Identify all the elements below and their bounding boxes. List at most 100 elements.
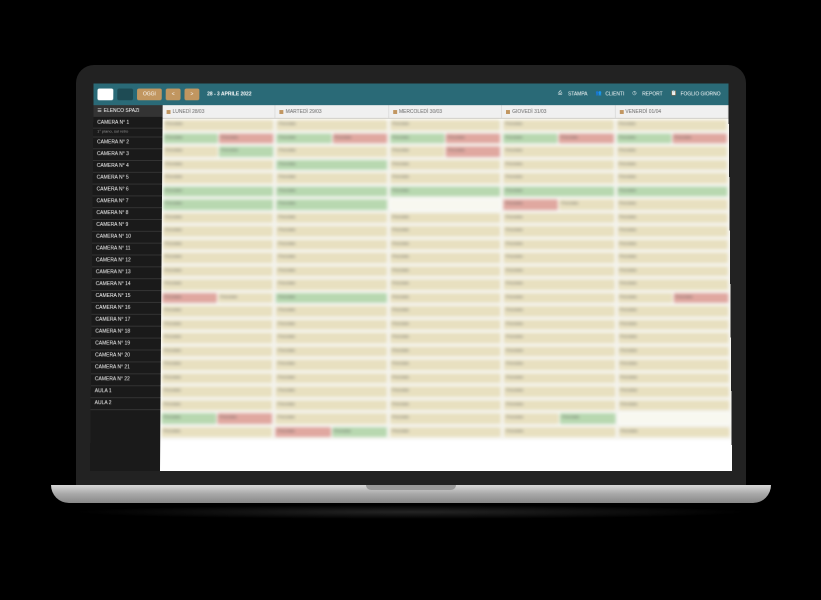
booking-cell[interactable]: PrenotatoPrenotato [161,292,275,304]
booking-block[interactable]: Prenotato [161,346,272,356]
booking-cell[interactable]: Prenotato [388,212,502,224]
next-button[interactable]: > [184,89,199,101]
booking-cell[interactable]: Prenotato [502,318,616,330]
booking-cell[interactable]: PrenotatoPrenotato [503,412,617,424]
booking-block[interactable] [389,199,500,209]
day-column-header[interactable]: VENERDÌ 01/04 [615,105,728,118]
booking-cell[interactable]: Prenotato [502,385,616,397]
booking-block[interactable]: Prenotato [163,173,274,183]
booking-block[interactable]: Prenotato [503,133,558,143]
booking-cell[interactable]: Prenotato [617,399,731,411]
booking-cell[interactable]: Prenotato [502,212,616,224]
booking-cell[interactable]: Prenotato [274,372,388,384]
booking-block[interactable]: Prenotato [162,226,273,236]
booking-cell[interactable]: Prenotato [388,426,502,438]
booking-block[interactable]: Prenotato [503,186,614,196]
day-column-header[interactable]: GIOVEDÌ 31/03 [502,105,615,118]
booking-cell[interactable]: Prenotato [502,358,616,370]
booking-block[interactable]: Prenotato [618,427,729,437]
booking-cell[interactable]: Prenotato [274,318,388,330]
booking-block[interactable]: Prenotato [389,239,500,249]
booking-cell[interactable]: PrenotatoPrenotato [275,132,388,144]
booking-block[interactable]: Prenotato [161,373,272,383]
booking-block[interactable]: Prenotato [331,427,386,437]
booking-cell[interactable]: Prenotato [616,318,730,330]
sidebar-item[interactable]: CAMERA N° 11 [92,243,162,255]
booking-cell[interactable]: Prenotato [388,318,502,330]
booking-block[interactable]: Prenotato [389,173,499,183]
booking-block[interactable]: Prenotato [389,226,500,236]
sidebar-item[interactable]: CAMERA N° 7 [92,196,162,208]
booking-block[interactable]: Prenotato [503,319,614,329]
booking-block[interactable]: Prenotato [618,400,729,410]
sidebar-item[interactable]: CAMERA N° 20 [91,350,161,362]
booking-block[interactable]: Prenotato [217,413,272,423]
booking-cell[interactable]: Prenotato [616,358,730,370]
booking-cell[interactable]: Prenotato [388,225,502,237]
booking-cell[interactable]: Prenotato [161,198,275,210]
booking-block[interactable]: Prenotato [503,359,614,369]
booking-block[interactable]: Prenotato [389,413,500,423]
booking-cell[interactable]: Prenotato [275,265,389,277]
booking-cell[interactable]: Prenotato [616,238,730,250]
booking-cell[interactable]: Prenotato [502,238,616,250]
booking-cell[interactable]: Prenotato [275,278,389,290]
booking-block[interactable]: Prenotato [617,213,728,223]
booking-block[interactable]: Prenotato [445,146,500,156]
sidebar-item[interactable]: CAMERA N° 15 [91,291,161,303]
booking-block[interactable]: Prenotato [503,346,614,356]
sidebar-item[interactable]: CAMERA N° 6 [92,184,162,196]
booking-block[interactable]: Prenotato [162,306,273,316]
booking-cell[interactable]: PrenotatoPrenotato [502,198,616,210]
booking-cell[interactable]: PrenotatoPrenotato [615,132,728,144]
sidebar-item[interactable]: AULA 1 [90,386,160,398]
booking-cell[interactable]: Prenotato [160,358,274,370]
booking-cell[interactable]: Prenotato [502,265,616,277]
sidebar-item[interactable]: CAMERA N° 10 [92,231,162,243]
booking-block[interactable]: Prenotato [389,160,499,170]
booking-block[interactable]: Prenotato [503,199,558,209]
booking-cell[interactable]: Prenotato [388,278,502,290]
booking-block[interactable]: Prenotato [276,279,387,289]
booking-cell[interactable]: PrenotatoPrenotato [616,292,730,304]
booking-cell[interactable]: Prenotato [616,265,730,277]
clipboard-button[interactable]: 📋FOGLIO GIORNO [666,90,724,98]
booking-block[interactable]: Prenotato [616,133,671,143]
booking-block[interactable]: Prenotato [275,319,386,329]
booking-block[interactable]: Prenotato [163,120,273,130]
booking-cell[interactable]: Prenotato [616,332,730,344]
booking-block[interactable]: Prenotato [503,253,614,263]
booking-cell[interactable]: Prenotato [388,358,502,370]
booking-cell[interactable]: Prenotato [161,318,275,330]
sidebar-item[interactable]: CAMERA N° 13 [91,267,161,279]
booking-cell[interactable]: Prenotato [161,185,275,197]
booking-block[interactable]: Prenotato [617,306,728,316]
booking-block[interactable]: Prenotato [672,133,727,143]
booking-cell[interactable]: PrenotatoPrenotato [162,145,275,157]
clock-button[interactable]: ◷REPORT [628,90,666,98]
booking-block[interactable]: Prenotato [162,213,273,223]
booking-block[interactable]: Prenotato [616,199,727,209]
sidebar-item[interactable]: CAMERA N° 18 [91,326,161,338]
booking-cell[interactable]: Prenotato [161,278,275,290]
booking-cell[interactable]: PrenotatoPrenotato [389,145,502,157]
booking-block[interactable]: Prenotato [558,133,613,143]
sidebar-item[interactable]: CAMERA N° 1 [93,117,162,129]
sidebar-item[interactable]: CAMERA N° 19 [91,338,161,350]
booking-block[interactable]: Prenotato [275,386,386,396]
today-button[interactable]: OGGI [136,89,161,101]
booking-cell[interactable]: Prenotato [388,185,501,197]
booking-cell[interactable]: PrenotatoPrenotato [389,132,502,144]
booking-block[interactable]: Prenotato [503,160,613,170]
booking-cell[interactable]: Prenotato [388,332,502,344]
booking-block[interactable]: Prenotato [275,373,386,383]
booking-cell[interactable]: Prenotato [502,305,616,317]
booking-cell[interactable]: Prenotato [275,212,389,224]
booking-block[interactable]: Prenotato [503,333,614,343]
booking-block[interactable]: Prenotato [161,386,272,396]
booking-block[interactable]: Prenotato [504,400,615,410]
booking-block[interactable]: Prenotato [617,239,728,249]
booking-cell[interactable]: Prenotato [615,198,729,210]
booking-block[interactable]: Prenotato [161,333,272,343]
booking-cell[interactable]: Prenotato [275,159,388,171]
